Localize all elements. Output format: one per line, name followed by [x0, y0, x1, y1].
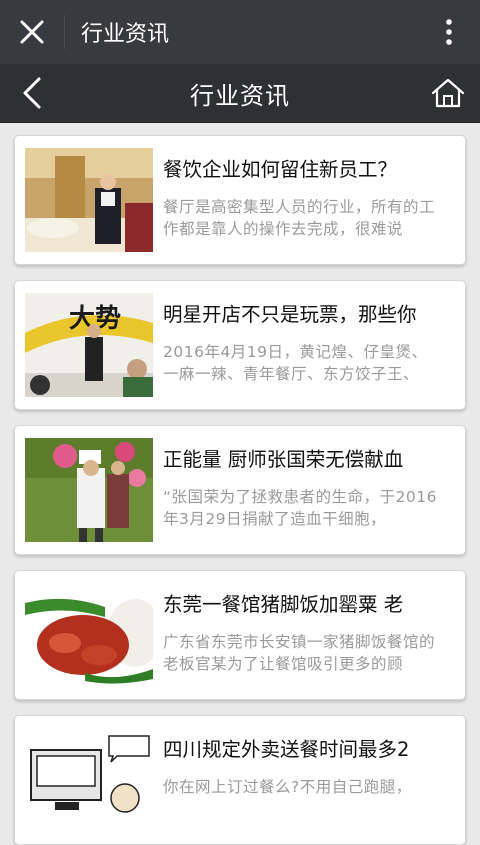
- article-title: 东莞一餐馆猪脚饭加罂粟 老: [163, 593, 404, 616]
- article-thumbnail: [25, 438, 153, 542]
- article-summary: 广东省东莞市长安镇一家猪脚饭餐馆的老板官某为了让餐馆吸引更多的顾: [163, 633, 436, 673]
- article-card[interactable]: 餐饮企业如何留住新员工？ 餐厅是高密集型人员的行业，所有的工作都是靠人的操作去完…: [14, 135, 466, 265]
- article-card[interactable]: 大势 明星开店不只是玩票，那些你 2016年4月19日，黄记煌、仔皇煲、一麻一辣…: [14, 280, 466, 410]
- titlebar-divider: [64, 15, 65, 49]
- article-thumbnail: 大势: [25, 293, 153, 397]
- back-button[interactable]: [10, 64, 54, 122]
- page-title: 行业资讯: [190, 81, 290, 110]
- article-thumbnail: [25, 728, 153, 832]
- window-titlebar: 行业资讯: [0, 0, 480, 64]
- more-vertical-icon: [446, 19, 452, 45]
- article-summary: 你在网上订过餐么?不用自己跑腿，: [163, 778, 412, 796]
- article-title: 正能量 厨师张国荣无偿献血: [163, 448, 404, 471]
- back-arrow-icon: [23, 77, 41, 109]
- article-card[interactable]: 东莞一餐馆猪脚饭加罂粟 老 广东省东莞市长安镇一家猪脚饭餐馆的老板官某为了让餐馆…: [14, 570, 466, 700]
- more-options-button[interactable]: [434, 0, 464, 64]
- article-title: 餐饮企业如何留住新员工？: [163, 158, 398, 181]
- article-thumbnail: [25, 583, 153, 687]
- article-card[interactable]: 正能量 厨师张国荣无偿献血 “张国荣为了拯救患者的生命，于2016年3月29日捐…: [14, 425, 466, 555]
- article-summary: 2016年4月19日，黄记煌、仔皇煲、一麻一辣、青年餐厅、东方饺子王、: [163, 343, 428, 383]
- article-list: 餐饮企业如何留住新员工？ 餐厅是高密集型人员的行业，所有的工作都是靠人的操作去完…: [0, 123, 480, 845]
- window-title: 行业资讯: [81, 22, 170, 47]
- article-card[interactable]: 四川规定外卖送餐时间最多2 你在网上订过餐么?不用自己跑腿，: [14, 715, 466, 845]
- article-thumbnail: [25, 148, 153, 252]
- article-title: 明星开店不只是玩票，那些你: [163, 303, 417, 326]
- close-icon: [20, 20, 44, 44]
- home-icon: [431, 78, 465, 108]
- article-title: 四川规定外卖送餐时间最多2: [163, 738, 410, 761]
- page-header: 行业资讯: [0, 64, 480, 123]
- article-summary: “张国荣为了拯救患者的生命，于2016年3月29日捐献了造血干细胞，: [163, 488, 437, 528]
- close-button[interactable]: [0, 0, 64, 64]
- article-summary: 餐厅是高密集型人员的行业，所有的工作都是靠人的操作去完成，很难说: [163, 198, 436, 238]
- home-button[interactable]: [424, 64, 472, 122]
